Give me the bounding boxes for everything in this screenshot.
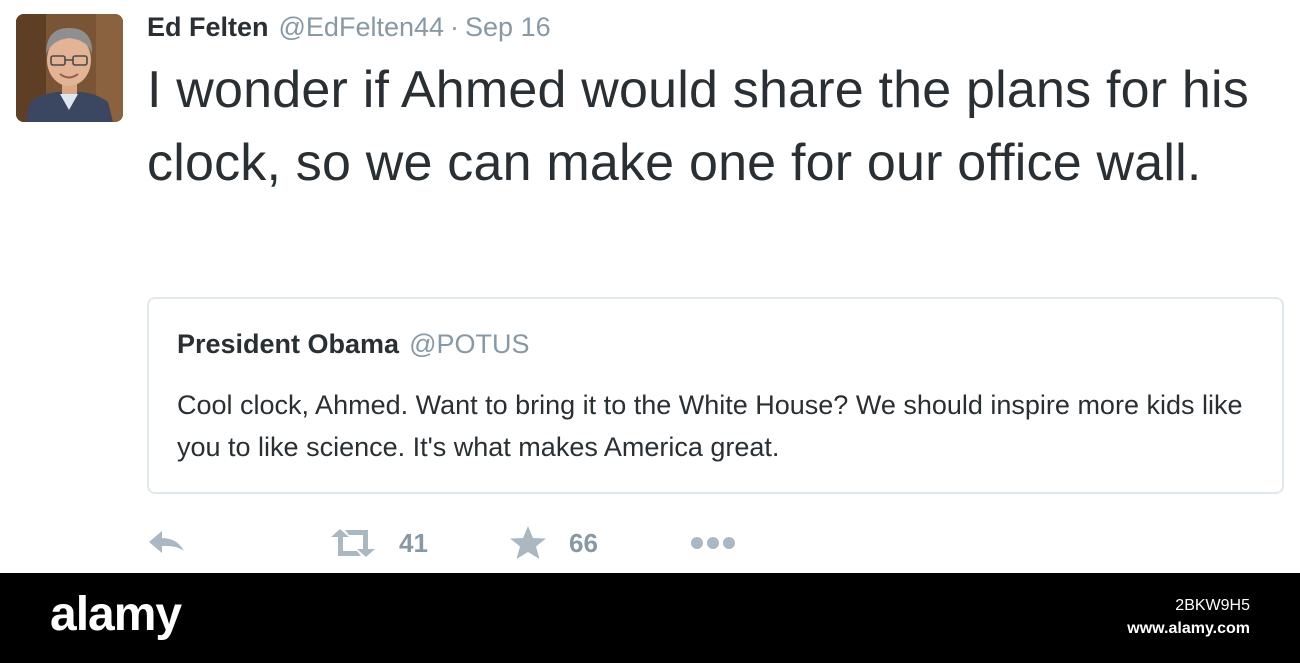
quoted-tweet-card[interactable]: President Obama @POTUS Cool clock, Ahmed… [147,297,1284,494]
avatar[interactable] [16,14,123,122]
quoted-tweet-header: President Obama @POTUS [177,329,530,360]
reply-icon [149,531,184,553]
retweet-count: 41 [399,527,428,558]
favorite-button[interactable]: 66 [509,522,598,564]
avatar-portrait [16,14,123,122]
tweet: Ed Felten @EdFelten44 · Sep 16 I wonder … [0,0,1300,573]
favorite-count: 66 [569,527,598,558]
author-name[interactable]: Ed Felten [147,12,269,43]
more-button[interactable] [690,522,736,564]
watermark-bar: alamy 2BKW9H5 www.alamy.com [0,573,1300,663]
header-separator: · [450,12,460,42]
reply-button[interactable] [147,522,187,564]
watermark-url: www.alamy.com [1127,620,1250,637]
tweet-header: Ed Felten @EdFelten44 · Sep 16 [147,12,551,48]
tweet-text: I wonder if Ahmed would share the plans … [147,61,1250,192]
watermark-image-id: 2BKW9H5 [1175,597,1250,614]
quoted-author-handle[interactable]: @POTUS [409,329,529,360]
tweet-date[interactable]: Sep 16 [465,12,551,43]
star-icon [510,526,546,559]
author-handle[interactable]: @EdFelten44 [279,12,445,43]
quoted-author-name[interactable]: President Obama [177,329,399,360]
tweet-actions: 41 66 [147,522,847,564]
quoted-tweet-text: Cool clock, Ahmed. Want to bring it to t… [177,390,1243,462]
retweet-button[interactable]: 41 [329,522,428,564]
watermark-logo: alamy [50,588,182,641]
retweet-icon [331,529,375,557]
page: Ed Felten @EdFelten44 · Sep 16 I wonder … [0,0,1300,663]
more-dots-icon [691,537,735,549]
